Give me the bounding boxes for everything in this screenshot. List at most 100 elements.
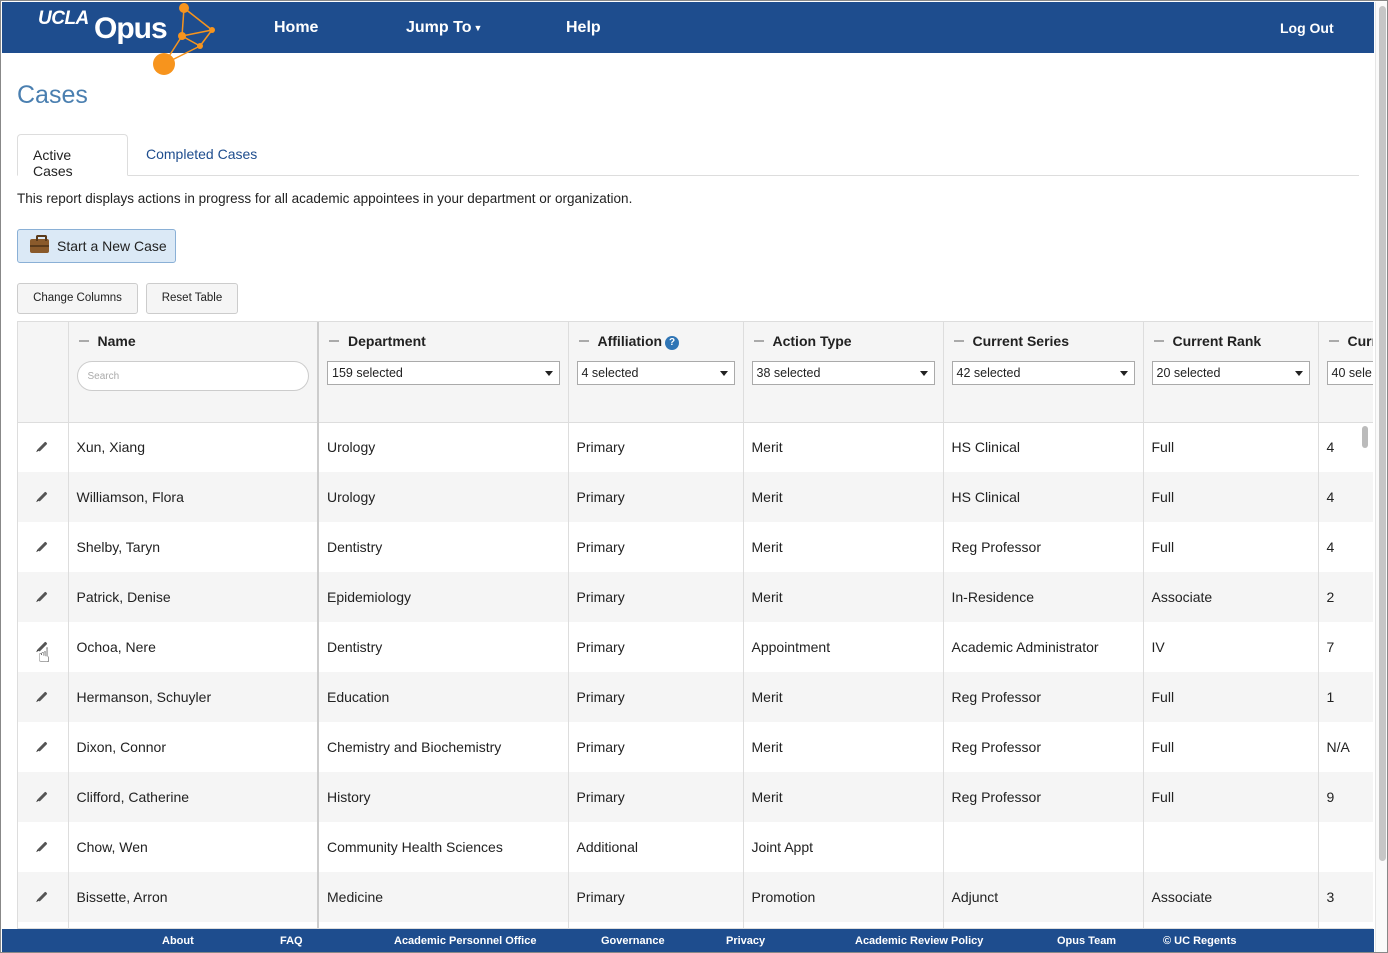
pencil-icon[interactable]	[37, 491, 48, 502]
cell-step: 4	[1318, 472, 1373, 522]
edit-cell[interactable]	[18, 672, 69, 722]
hand-cursor-icon: ☝	[38, 645, 51, 667]
page-scrollbar[interactable]	[1375, 2, 1387, 952]
cell-name[interactable]: Patrick, Denise	[68, 572, 319, 622]
cell-action-type: Joint Appt	[743, 822, 944, 872]
table-row: Ochoa, Nere Dentistry Primary Appointmen…	[18, 622, 1373, 672]
nav-jump-to[interactable]: Jump To ▼	[406, 19, 482, 37]
footer-link-opus-team[interactable]: Opus Team	[1057, 935, 1116, 947]
cell-action-type: Merit	[743, 522, 944, 572]
footer-link-about[interactable]: About	[162, 935, 194, 947]
cell-action-type: Merit	[743, 422, 944, 472]
pencil-icon[interactable]	[37, 541, 48, 552]
cell-step: 1	[1318, 672, 1373, 722]
current-rank-filter-select[interactable]: 20 selected	[1151, 361, 1310, 385]
edit-cell[interactable]	[18, 522, 69, 572]
cell-department: Medicine	[318, 872, 569, 922]
tab-active-cases[interactable]: Active Cases	[17, 134, 128, 179]
edit-cell[interactable]	[18, 872, 69, 922]
column-label-name[interactable]: Name	[98, 333, 136, 349]
cell-rank	[1143, 922, 1319, 928]
question-circle-icon[interactable]: ?	[665, 336, 680, 350]
collapse-dash-icon[interactable]	[78, 340, 89, 343]
page-title: Cases	[17, 81, 88, 109]
cell-name[interactable]: Dixon, Connor	[68, 722, 319, 772]
start-new-case-button[interactable]: Start a New Case	[17, 229, 176, 263]
collapse-dash-icon[interactable]	[329, 340, 339, 343]
pencil-icon[interactable]	[37, 791, 48, 802]
footer-link-privacy[interactable]: Privacy	[726, 935, 765, 947]
pencil-icon[interactable]	[37, 691, 48, 702]
cell-name[interactable]: Clifford, Catherine	[68, 772, 319, 822]
pencil-icon[interactable]	[37, 891, 48, 902]
table-scrollbar-thumb[interactable]	[1362, 426, 1368, 448]
edit-cell[interactable]	[18, 422, 69, 472]
cell-department: Urology	[318, 422, 569, 472]
opus-molecule-logo-icon	[153, 3, 215, 75]
cell-affiliation: Primary	[568, 622, 744, 672]
pencil-icon[interactable]	[37, 841, 48, 852]
collapse-dash-icon[interactable]	[953, 340, 964, 343]
footer-link-governance[interactable]: Governance	[601, 935, 665, 947]
department-filter-select[interactable]: 159 selected	[327, 361, 560, 385]
column-header-current-step: Curr 40 sele	[1318, 322, 1374, 423]
column-label-current-step[interactable]: Curr	[1348, 333, 1374, 349]
table-row: Williamson, Flora Urology Primary Merit …	[18, 472, 1373, 522]
column-header-current-rank: Current Rank 20 selected	[1143, 322, 1319, 423]
pencil-icon[interactable]	[37, 441, 48, 452]
column-label-current-rank[interactable]: Current Rank	[1173, 333, 1262, 349]
collapse-dash-icon[interactable]	[1328, 340, 1339, 343]
action-type-filter-select[interactable]: 38 selected	[751, 361, 935, 385]
cell-name[interactable]: Williamson, Flora	[68, 472, 319, 522]
edit-cell[interactable]	[18, 772, 69, 822]
cell-name[interactable]: Bissette, Arron	[68, 872, 319, 922]
cell-step: 2	[1318, 572, 1373, 622]
cell-action-type: Promotion	[743, 872, 944, 922]
footer-link-academic-review-policy[interactable]: Academic Review Policy	[855, 935, 983, 947]
current-series-filter-select[interactable]: 42 selected	[951, 361, 1135, 385]
change-columns-button[interactable]: Change Columns	[17, 283, 138, 314]
page-scrollbar-thumb[interactable]	[1379, 6, 1386, 861]
collapse-dash-icon[interactable]	[578, 340, 589, 343]
collapse-dash-icon[interactable]	[1153, 340, 1164, 343]
cell-name[interactable]: Ochoa, Nere	[68, 622, 319, 672]
edit-cell[interactable]	[18, 822, 69, 872]
cell-step: 4	[1318, 522, 1373, 572]
column-label-affiliation[interactable]: Affiliation	[598, 333, 663, 349]
column-label-department[interactable]: Department	[348, 333, 426, 349]
nav-help[interactable]: Help	[566, 19, 601, 37]
cell-rank: Full	[1143, 472, 1319, 522]
column-label-action-type[interactable]: Action Type	[773, 333, 852, 349]
nav-home[interactable]: Home	[274, 19, 318, 37]
edit-cell[interactable]	[18, 572, 69, 622]
tab-completed-cases[interactable]: Completed Cases	[131, 134, 272, 176]
footer-link-academic-personnel-office[interactable]: Academic Personnel Office	[394, 935, 536, 947]
edit-cell[interactable]	[18, 722, 69, 772]
edit-cell[interactable]	[18, 472, 69, 522]
dropdown-arrow-icon	[719, 371, 728, 376]
column-label-current-series[interactable]: Current Series	[973, 333, 1069, 349]
footer-link-faq[interactable]: FAQ	[280, 935, 303, 947]
pencil-icon[interactable]	[37, 741, 48, 752]
cell-name[interactable]: Hermanson, Schuyler	[68, 672, 319, 722]
cell-name[interactable]: Xun, Xiang	[68, 422, 319, 472]
cell-name[interactable]: Chow, Wen	[68, 822, 319, 872]
reset-table-button[interactable]: Reset Table	[146, 283, 238, 314]
cell-step	[1318, 922, 1373, 928]
pencil-icon[interactable]	[37, 591, 48, 602]
briefcase-icon	[30, 235, 49, 253]
logout-link[interactable]: Log Out	[1280, 20, 1334, 36]
cell-affiliation: Primary	[568, 522, 744, 572]
collapse-dash-icon[interactable]	[753, 340, 764, 343]
affiliation-filter-select[interactable]: 4 selected	[576, 361, 735, 385]
cell-name	[68, 922, 319, 928]
cell-name[interactable]: Shelby, Taryn	[68, 522, 319, 572]
cell-series: Reg Professor	[943, 722, 1144, 772]
cell-series: Reg Professor	[943, 522, 1144, 572]
name-search-input[interactable]: Search	[76, 361, 309, 391]
affiliation-filter-value: 4 selected	[581, 366, 639, 380]
cell-action-type: Appointment	[743, 622, 944, 672]
case-tabs: Active Cases Completed Cases	[17, 134, 1359, 179]
cell-affiliation: Primary	[568, 722, 744, 772]
current-step-filter-select[interactable]: 40 sele	[1326, 361, 1373, 385]
